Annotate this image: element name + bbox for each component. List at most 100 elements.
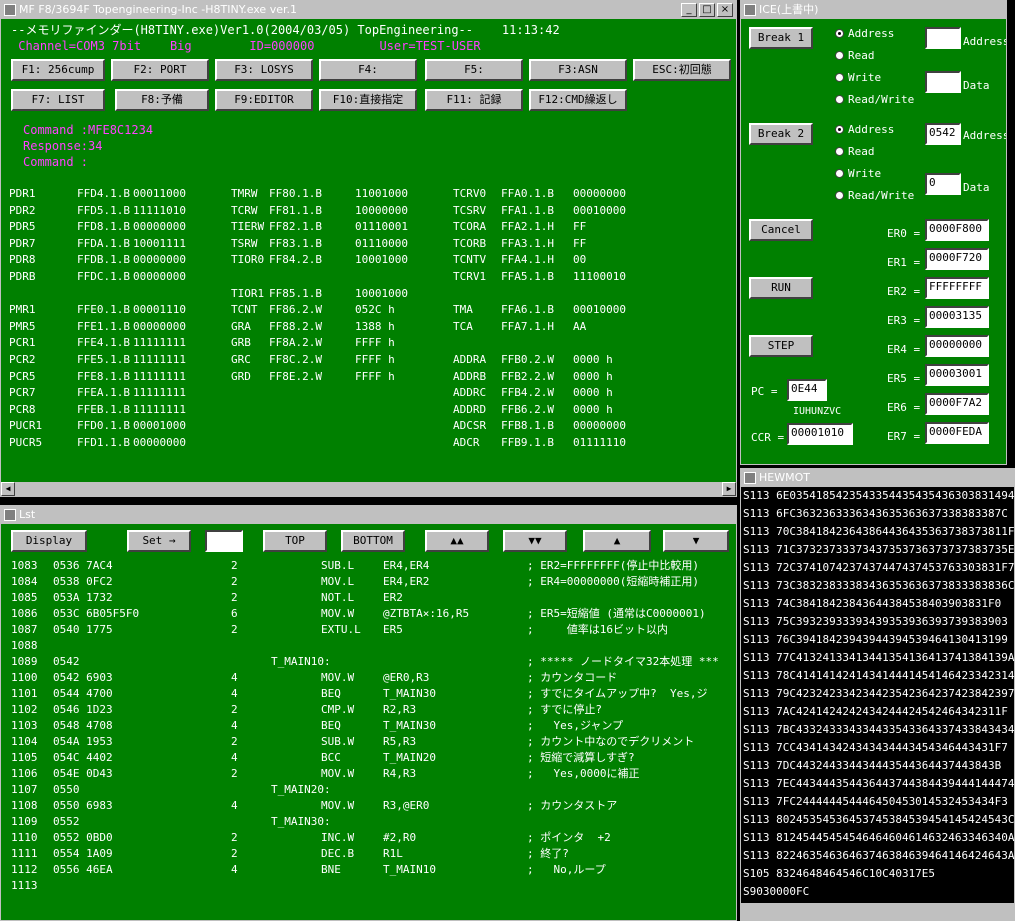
fkey-button[interactable]: F11: 記録 — [425, 89, 523, 111]
horizontal-scrollbar[interactable]: ◀ ▶ — [1, 482, 736, 496]
list-cell: @ZTBTA×:16,R5 — [383, 607, 470, 620]
register-cell: FFA3.1.H — [501, 236, 554, 250]
list-row[interactable]: 1110 0552 0BD0 2 INC.W #2,R0 ; ポインタ +2 — [11, 830, 731, 846]
list-row[interactable]: 1109 0552 T_MAIN30: — [11, 814, 731, 830]
fkey-button[interactable]: F2: PORT — [111, 59, 209, 81]
main-titlebar[interactable]: MF F8/3694F Topengineering-Inc -H8TINY.e… — [1, 1, 736, 19]
er-value-input[interactable]: 0000FEDA — [925, 422, 989, 444]
maximize-icon[interactable]: □ — [699, 3, 715, 17]
list-row[interactable]: 1102 0546 1D23 2 CMP.W R2,R3 ; すでに停止? — [11, 702, 731, 718]
list-cell: 054E 0D43 — [53, 767, 113, 780]
break2-readwrite-radio[interactable] — [835, 191, 844, 200]
list-cell: 0540 1775 — [53, 623, 113, 636]
list-row[interactable]: 1083 0536 7AC4 2 SUB.L ER4,ER4 ; ER2=FFFFFFFF… — [11, 558, 731, 574]
list-row[interactable]: 1112 0556 46EA 4 BNE T_MAIN10 ; No,ループ — [11, 862, 731, 878]
register-cell: TIOR0 — [231, 253, 265, 267]
fkey-button[interactable]: F1: 256cump — [11, 59, 105, 81]
list-row[interactable]: 1107 0550 T_MAIN20: — [11, 782, 731, 798]
register-cell: PCR8 — [9, 402, 36, 416]
close-icon[interactable]: × — [717, 3, 733, 17]
lst-titlebar[interactable]: Lst — [1, 506, 736, 524]
register-cell: 00001000 — [133, 419, 186, 433]
fkey-button[interactable]: F8:予備 — [115, 89, 209, 111]
list-row[interactable]: 1111 0554 1A09 2 DEC.B R1L ; 終了? — [11, 846, 731, 862]
page-up-icon[interactable]: ▲▲ — [425, 530, 489, 552]
break1-address-input[interactable] — [925, 27, 961, 49]
break2-address-radio[interactable] — [835, 125, 844, 134]
er-value-input[interactable]: 00000000 — [925, 335, 989, 357]
list-cell: 2 — [231, 735, 238, 748]
list-row[interactable]: 1087 0540 1775 2 EXTU.L ER5 ; 値率は16ビット以内 — [11, 622, 731, 638]
fkey-button[interactable]: F3: LOSYS — [215, 59, 313, 81]
break2-button[interactable]: Break 2 — [749, 123, 813, 145]
hew-titlebar[interactable]: HEWMOT — [741, 469, 1014, 487]
break1-write-radio[interactable] — [835, 73, 844, 82]
break2-address-input[interactable]: 0542 — [925, 123, 961, 145]
fkey-button[interactable]: F5: — [425, 59, 523, 81]
fkey-button[interactable]: F7: LIST — [11, 89, 105, 111]
break1-data-input[interactable] — [925, 71, 961, 93]
fkey-button[interactable]: F4: — [319, 59, 417, 81]
set-value-input[interactable] — [205, 530, 243, 552]
command-line: Command :MFE8C1234 — [23, 123, 154, 137]
break1-readwrite-radio[interactable] — [835, 95, 844, 104]
list-cell: BNE — [321, 863, 341, 876]
page-down-icon[interactable]: ▼▼ — [503, 530, 567, 552]
er-value-input[interactable]: 0000F800 — [925, 219, 989, 241]
srecord-line: S113 82246354636463746384639464146424643… — [743, 849, 1015, 862]
list-row[interactable]: 1108 0550 6983 4 MOV.W R3,@ER0 ; カウンタストア — [11, 798, 731, 814]
list-row[interactable]: 1084 0538 0FC2 2 MOV.L ER4,ER2 ; ER4=00000000… — [11, 574, 731, 590]
step-button[interactable]: STEP — [749, 335, 813, 357]
display-button[interactable]: Display — [11, 530, 87, 552]
bottom-button[interactable]: BOTTOM — [341, 530, 405, 552]
register-cell: FFD5.1.B — [77, 203, 130, 217]
list-cell: @ER0,R3 — [383, 671, 430, 684]
list-row[interactable]: 1086 053C 6B05F5F0 6 MOV.W @ZTBTA×:16,R5 ; ER… — [11, 606, 731, 622]
minimize-icon[interactable]: _ — [681, 3, 697, 17]
er-value-input[interactable]: FFFFFFFF — [925, 277, 989, 299]
list-row[interactable]: 1103 0548 4708 4 BEQ T_MAIN30 ; Yes,ジャンプ — [11, 718, 731, 734]
list-cell: ; カウンタストア — [527, 799, 618, 812]
break1-button[interactable]: Break 1 — [749, 27, 813, 49]
line-up-icon[interactable]: ▲ — [583, 530, 651, 552]
scroll-left-icon[interactable]: ◀ — [1, 482, 15, 496]
line-down-icon[interactable]: ▼ — [663, 530, 729, 552]
list-row[interactable]: 1113 — [11, 878, 731, 894]
fkey-button[interactable]: F9:EDITOR — [215, 89, 313, 111]
cancel-button[interactable]: Cancel — [749, 219, 813, 241]
register-cell: GRD — [231, 369, 251, 383]
er-value-input[interactable]: 0000F720 — [925, 248, 989, 270]
list-row[interactable]: 1106 054E 0D43 2 MOV.W R4,R3 ; Yes,0000に補正 — [11, 766, 731, 782]
er-value-input[interactable]: 0000F7A2 — [925, 393, 989, 415]
er-value-input[interactable]: 00003135 — [925, 306, 989, 328]
ccr-input[interactable]: 00001010 — [787, 423, 853, 445]
top-button[interactable]: TOP — [263, 530, 327, 552]
command-prompt: Command : — [23, 155, 89, 169]
break2-data-input[interactable]: 0 — [925, 173, 961, 195]
pc-input[interactable]: 0E44 — [787, 379, 827, 401]
list-cell: ; Yes,0000に補正 — [527, 767, 640, 780]
fkey-button[interactable]: ESC:初回態 — [633, 59, 731, 81]
break1-address-radio[interactable] — [835, 29, 844, 38]
list-row[interactable]: 1104 054A 1953 2 SUB.W R5,R3 ; カウント中なのでデクリメント — [11, 734, 731, 750]
list-row[interactable]: 1089 0542 T_MAIN10: ; ***** ノードタイマ32本処理 *** — [11, 654, 731, 670]
set-button[interactable]: Set → — [127, 530, 191, 552]
break2-write-radio[interactable] — [835, 169, 844, 178]
fkey-button[interactable]: F3:ASN — [529, 59, 627, 81]
er-value-input[interactable]: 00003001 — [925, 364, 989, 386]
break2-read-radio[interactable] — [835, 147, 844, 156]
register-cell: 0000 h — [573, 353, 613, 366]
srecord-line: S113 70C38418423643864436435363738373811… — [743, 525, 1015, 538]
run-button[interactable]: RUN — [749, 277, 813, 299]
fkey-button[interactable]: F12:CMD繰返し — [529, 89, 627, 111]
break1-read-radio[interactable] — [835, 51, 844, 60]
ice-titlebar[interactable]: ICE(上書中) — [741, 1, 1006, 19]
scroll-right-icon[interactable]: ▶ — [722, 482, 736, 496]
list-row[interactable]: 1085 053A 1732 2 NOT.L ER2 — [11, 590, 731, 606]
list-row[interactable]: 1101 0544 4700 4 BEQ T_MAIN30 ; すでにタイムアップ中? Y… — [11, 686, 731, 702]
list-row[interactable]: 1105 054C 4402 4 BCC T_MAIN20 ; 短縮で減算しすぎ? — [11, 750, 731, 766]
list-row[interactable]: 1088 — [11, 638, 731, 654]
fkey-button[interactable]: F10:直接指定 — [319, 89, 417, 111]
register-cell: FFB4.2.W — [501, 386, 554, 400]
list-row[interactable]: 1100 0542 6903 4 MOV.W @ER0,R3 ; カウンタコード — [11, 670, 731, 686]
